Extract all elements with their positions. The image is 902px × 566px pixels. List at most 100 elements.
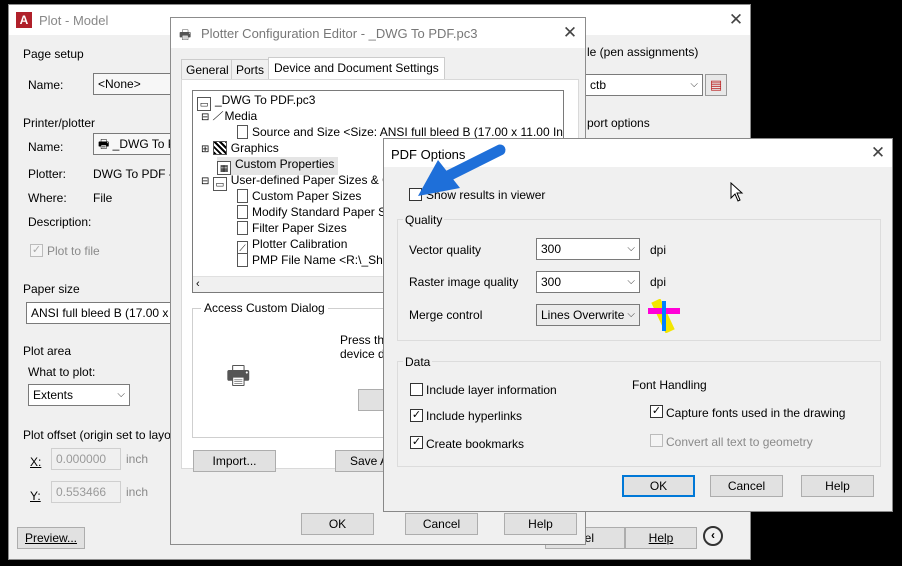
document-icon <box>237 221 248 235</box>
tree-item-label: _DWG To PDF.pc3 <box>215 93 316 107</box>
tree-item-label: Media <box>224 109 258 123</box>
include-hyperlinks-label: Include hyperlinks <box>426 409 523 423</box>
pce-close-icon[interactable]: ✕ <box>559 22 581 44</box>
printer-heading: Printer/plotter <box>23 116 96 130</box>
tree-item-modify-standard[interactable]: Modify Standard Paper Size <box>237 205 401 219</box>
plot-style-combo[interactable]: ctb ⌵ <box>585 74 703 96</box>
raster-quality-combo[interactable]: 300 ⌵ <box>536 271 640 293</box>
font-handling-heading: Font Handling <box>632 378 707 392</box>
edit-plot-style-icon[interactable]: ▤ <box>705 74 727 96</box>
plot-to-file-label: Plot to file <box>47 244 100 258</box>
capture-fonts-label: Capture fonts used in the drawing <box>666 406 846 420</box>
plot-help-button[interactable]: Help <box>625 527 697 549</box>
document-icon <box>237 205 248 219</box>
tree-item-media[interactable]: ⊟ ⟋ Media <box>201 109 257 124</box>
tree-item-filter-paper[interactable]: Filter Paper Sizes <box>237 221 347 235</box>
create-bookmarks-label: Create bookmarks <box>426 437 525 451</box>
collapse-options-icon[interactable]: ‹ <box>703 526 723 546</box>
capture-fonts-checkbox[interactable]: ✓ <box>650 405 663 418</box>
chevron-down-icon: ⌵ <box>117 389 125 400</box>
mouse-cursor-icon <box>730 182 744 202</box>
paper-size-heading: Paper size <box>23 282 80 296</box>
vector-quality-combo[interactable]: 300 ⌵ <box>536 238 640 260</box>
tree-item-label: PMP File Name <R:\_Share <box>252 253 401 267</box>
raster-quality-unit: dpi <box>650 275 667 289</box>
document-icon <box>237 253 248 267</box>
pce-ok-button[interactable]: OK <box>301 513 374 535</box>
collapse-icon: ⊟ <box>201 112 210 123</box>
paper-size-combo[interactable]: ANSI full bleed B (17.00 x 11 <box>26 302 173 324</box>
printer-name-combo[interactable]: 🖶 _DWG To P <box>93 133 173 155</box>
pdf-ok-button[interactable]: OK <box>622 475 695 497</box>
tab-general[interactable]: General <box>181 59 234 80</box>
page-setup-name-combo[interactable]: <None> <box>93 73 173 95</box>
create-bookmarks-checkbox[interactable]: ✓ <box>410 436 423 449</box>
tab-ports[interactable]: Ports <box>231 59 270 80</box>
pce-tab-bar: General Ports Device and Document Settin… <box>181 57 581 80</box>
tree-item-label: Graphics <box>230 141 279 155</box>
what-to-plot-label: What to plot: <box>28 365 96 379</box>
raster-quality-label: Raster image quality <box>409 275 519 289</box>
printer-icon: 🖶 <box>98 137 110 151</box>
pdf-help-button[interactable]: Help <box>801 475 874 497</box>
tab-device-document-settings[interactable]: Device and Document Settings <box>268 57 445 80</box>
access-custom-dialog-heading: Access Custom Dialog <box>201 301 328 315</box>
folder-icon: ▭ <box>212 177 227 191</box>
vector-quality-value: 300 <box>541 242 562 256</box>
plot-area-heading: Plot area <box>23 344 72 358</box>
chevron-down-icon: ⌵ <box>627 276 635 287</box>
where-label: Where: <box>28 191 67 205</box>
merge-control-combo[interactable]: Lines Overwrite ⌵ <box>536 304 640 326</box>
pdf-cancel-button[interactable]: Cancel <box>710 475 783 497</box>
expand-icon: ⊞ <box>201 144 210 155</box>
pdf-close-icon[interactable]: ✕ <box>867 142 889 164</box>
plot-style-value: ctb <box>590 78 607 92</box>
pce-titlebar[interactable]: 🖶 Plotter Configuration Editor - _DWG To… <box>171 18 585 48</box>
page-setup-heading: Page setup <box>23 47 84 61</box>
offset-y-unit: inch <box>126 485 149 499</box>
offset-x-unit: inch <box>126 452 149 466</box>
chevron-down-icon: ⌵ <box>627 243 635 254</box>
pce-help-button[interactable]: Help <box>504 513 577 535</box>
offset-x-input[interactable]: 0.000000 <box>51 448 121 470</box>
include-hyperlinks-checkbox[interactable]: ✓ <box>410 409 423 422</box>
chevron-down-icon: ⌵ <box>627 309 635 320</box>
offset-x-label: X: <box>30 455 42 469</box>
tree-item-label: Custom Properties <box>235 157 335 171</box>
convert-text-label: Convert all text to geometry <box>666 435 813 449</box>
scroll-left-icon[interactable]: ‹ <box>196 278 200 290</box>
include-layer-label: Include layer information <box>426 383 557 397</box>
plotter-device-icon: 🖶 <box>226 360 251 390</box>
quality-heading: Quality <box>403 213 445 227</box>
offset-y-label: Y: <box>30 489 41 503</box>
tree-item-pmp[interactable]: PMP File Name <R:\_Share <box>237 253 400 267</box>
offset-y-input[interactable]: 0.553466 <box>51 481 121 503</box>
annotation-arrow-icon <box>418 144 506 196</box>
graphics-icon <box>212 141 227 155</box>
convert-text-checkbox[interactable] <box>650 434 663 447</box>
tree-item-source-size[interactable]: Source and Size <Size: ANSI full bleed B… <box>237 125 563 139</box>
plotter-icon: 🖶 <box>179 27 192 42</box>
tree-item-label: Custom Paper Sizes <box>252 189 362 203</box>
collapse-icon: ⊟ <box>201 176 210 187</box>
import-button[interactable]: Import... <box>193 450 276 472</box>
description-label: Description: <box>28 215 92 229</box>
autocad-logo-icon: A <box>16 12 32 28</box>
tree-item-graphics[interactable]: ⊞ Graphics <box>201 141 279 155</box>
plot-to-file-checkbox[interactable]: ✓ <box>30 244 43 257</box>
raster-quality-value: 300 <box>541 275 562 289</box>
tree-item-label: Modify Standard Paper Size <box>252 205 402 219</box>
pce-title: Plotter Configuration Editor - _DWG To P… <box>201 26 478 41</box>
press-text-line-2: device dr <box>340 347 389 361</box>
printer-name-label: Name: <box>28 140 64 154</box>
preview-button[interactable]: Preview... <box>17 527 85 549</box>
tree-item-custom-paper[interactable]: Custom Paper Sizes <box>237 189 361 203</box>
merge-preview-icon <box>648 299 680 333</box>
pce-cancel-button[interactable]: Cancel <box>405 513 478 535</box>
include-layer-checkbox[interactable] <box>410 383 423 396</box>
what-to-plot-combo[interactable]: Extents ⌵ <box>28 384 130 406</box>
document-icon <box>237 189 248 203</box>
plot-style-heading: le (pen assignments) <box>587 45 699 59</box>
plot-offset-heading: Plot offset (origin set to layout <box>23 428 181 442</box>
plot-close-icon[interactable]: ✕ <box>725 9 747 31</box>
